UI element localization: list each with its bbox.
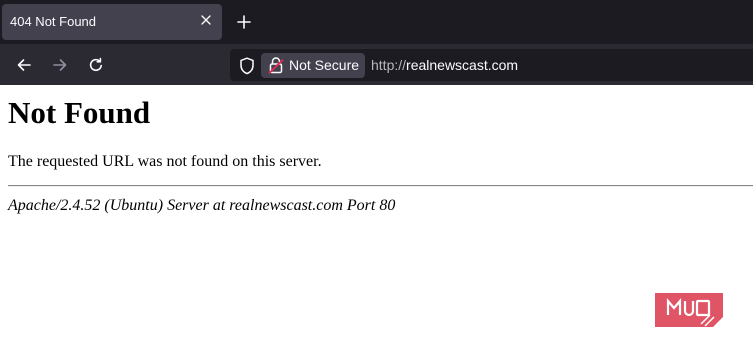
url-text[interactable]: http://realnewscast.com — [371, 56, 518, 74]
tab-active[interactable]: 404 Not Found — [2, 4, 222, 40]
divider — [8, 185, 753, 187]
browser-window: 404 Not Found Not Secure http://realnews… — [0, 0, 753, 359]
url-host: realnewscast.com — [406, 57, 519, 73]
site-identity-button[interactable]: Not Secure — [261, 53, 365, 78]
close-icon[interactable] — [198, 12, 214, 28]
error-message: The requested URL was not found on this … — [8, 153, 322, 170]
tab-title: 404 Not Found — [10, 14, 97, 29]
plus-icon[interactable] — [234, 12, 254, 32]
muo-watermark-logo — [655, 293, 723, 327]
url-bar[interactable]: Not Secure http://realnewscast.com — [230, 49, 753, 81]
page-title: Not Found — [8, 95, 151, 130]
url-scheme: http:// — [371, 57, 407, 73]
navigation-toolbar: Not Secure http://realnewscast.com — [0, 44, 753, 85]
shield-icon[interactable] — [238, 57, 256, 75]
insecure-lock-icon — [268, 56, 284, 74]
page-content: Not Found The requested URL was not foun… — [0, 85, 753, 359]
reload-icon[interactable] — [84, 53, 108, 77]
arrow-right-icon[interactable] — [48, 53, 72, 77]
not-secure-label: Not Secure — [289, 57, 360, 73]
arrow-left-icon[interactable] — [12, 53, 36, 77]
tab-strip: 404 Not Found — [0, 0, 753, 44]
server-signature: Apache/2.4.52 (Ubuntu) Server at realnew… — [8, 197, 396, 214]
